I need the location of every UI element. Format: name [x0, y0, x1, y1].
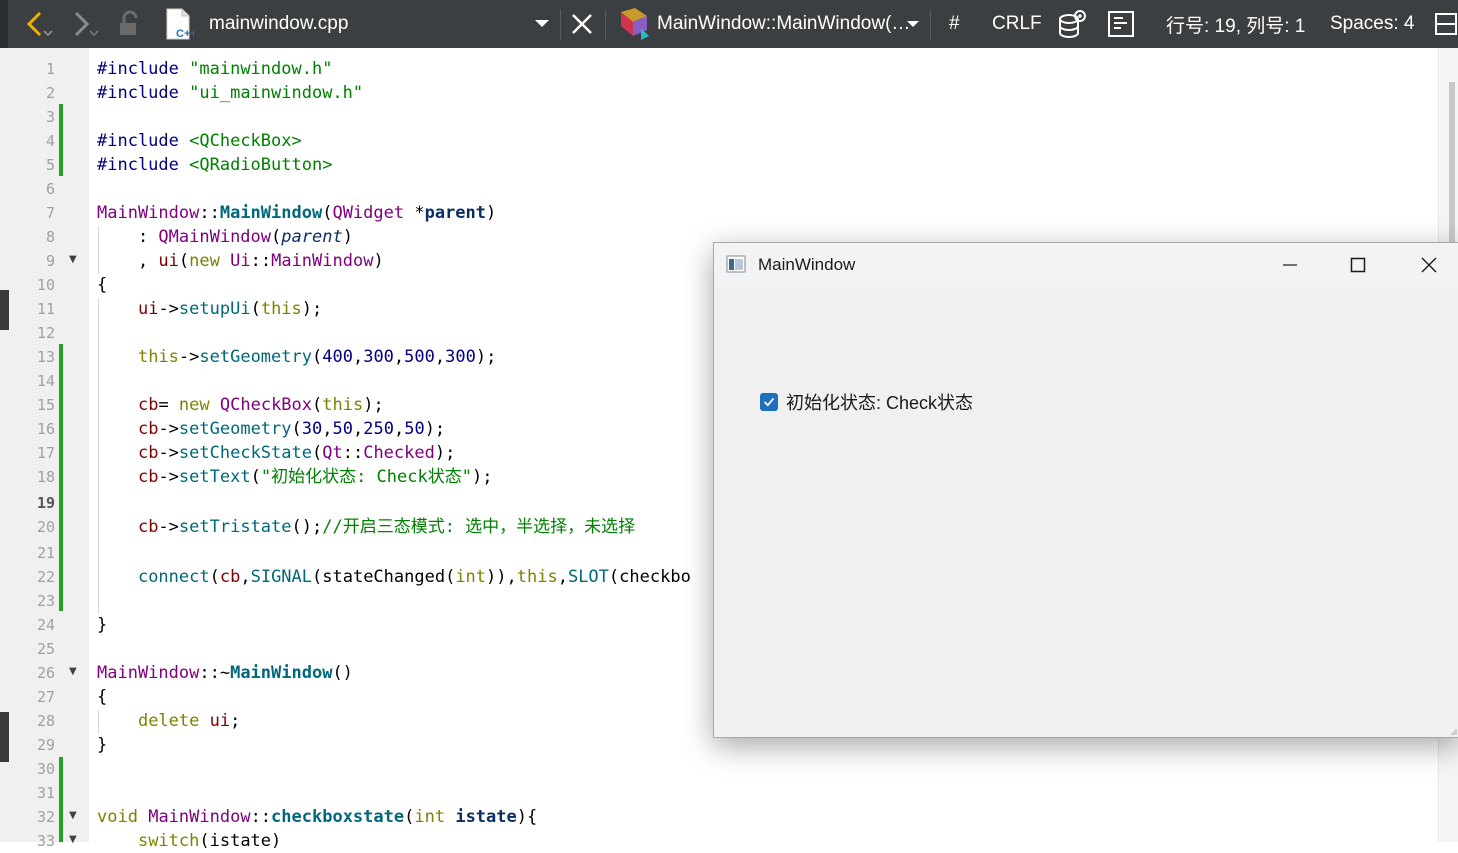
fold-marker-icon[interactable]: ▼ — [69, 254, 77, 265]
fold-marker-icon[interactable]: ▼ — [69, 666, 77, 677]
change-bar — [59, 344, 63, 611]
line-number[interactable]: 19 — [9, 491, 55, 515]
forward-arrow-icon[interactable] — [70, 0, 102, 48]
line-number[interactable]: 12 — [9, 321, 55, 345]
code-line-22: connect(cb,SIGNAL(stateChanged(int)),thi… — [137, 567, 691, 587]
line-number[interactable]: 9 — [9, 249, 55, 273]
code-line-18: cb->setText("初始化状态: Check状态"); — [137, 467, 493, 487]
line-number[interactable]: 16 — [9, 417, 55, 441]
line-number[interactable]: 13 — [9, 345, 55, 369]
line-number[interactable]: 5 — [9, 153, 55, 177]
line-number[interactable]: 24 — [9, 613, 55, 637]
code-line-13: this->setGeometry(400,300,500,300); — [137, 347, 497, 367]
file-name[interactable]: mainwindow.cpp — [209, 0, 348, 48]
symbol-selector[interactable]: MainWindow::MainWindow(… — [657, 0, 910, 48]
line-number[interactable]: 2 — [9, 81, 55, 105]
database-icon[interactable] — [1057, 0, 1089, 48]
code-line-15: cb= new QCheckBox(this); — [137, 395, 384, 415]
line-number[interactable]: 29 — [9, 733, 55, 757]
svg-text:C++: C++ — [176, 28, 194, 40]
code-line-27: { — [97, 687, 108, 707]
lock-icon[interactable] — [116, 0, 144, 48]
line-number[interactable]: 33 — [9, 829, 55, 853]
line-number[interactable]: 23 — [9, 589, 55, 613]
code-line-8: : QMainWindow(parent) — [97, 227, 353, 247]
line-number[interactable]: 31 — [9, 781, 55, 805]
code-line-9: , ui(new Ui::MainWindow) — [97, 251, 384, 271]
line-number[interactable]: 32 — [9, 805, 55, 829]
line-number[interactable]: 30 — [9, 757, 55, 781]
code-line-7: MainWindow::MainWindow(QWidget *parent) — [97, 203, 497, 223]
line-number[interactable]: 21 — [9, 541, 55, 565]
code-line-29: } — [97, 735, 108, 755]
init-state-checkbox[interactable]: 初始化状态: Check状态 — [760, 389, 973, 415]
line-number[interactable]: 27 — [9, 685, 55, 709]
line-number[interactable]: 18 — [9, 465, 55, 489]
line-number[interactable]: 17 — [9, 441, 55, 465]
split-view-icon[interactable] — [1434, 0, 1458, 48]
close-file-icon[interactable] — [570, 0, 594, 48]
code-line-5: #include <QRadioButton> — [97, 155, 333, 175]
code-line-11: ui->setupUi(this); — [137, 299, 323, 319]
file-dropdown-chevron-icon[interactable] — [532, 0, 552, 48]
toolbar-separator — [560, 10, 561, 40]
line-number[interactable]: 22 — [9, 565, 55, 589]
close-window-icon[interactable] — [1406, 243, 1452, 287]
line-number[interactable]: 28 — [9, 709, 55, 733]
code-line-20: cb->setTristate();//开启三态模式: 选中，半选择，未选择 — [137, 517, 636, 537]
toolbar-separator — [605, 10, 606, 40]
code-line-32: void MainWindow::checkboxstate(int istat… — [97, 807, 538, 827]
fold-marker-icon[interactable]: ▼ — [69, 834, 77, 845]
line-number[interactable]: 6 — [9, 177, 55, 201]
code-line-16: cb->setGeometry(30,50,250,50); — [137, 419, 446, 439]
code-line-1: #include "mainwindow.h" — [97, 59, 333, 79]
code-line-10: { — [97, 275, 108, 295]
line-number[interactable]: 1 — [9, 57, 55, 81]
code-line-24: } — [97, 615, 108, 635]
change-bar — [59, 104, 63, 176]
line-number[interactable]: 8 — [9, 225, 55, 249]
minimize-icon[interactable] — [1267, 243, 1313, 287]
toolbar-edge — [0, 0, 8, 48]
checkbox-checked-icon[interactable] — [760, 393, 778, 411]
cursor-position[interactable]: 行号: 19, 列号: 1 — [1166, 0, 1305, 48]
window-app-icon — [726, 255, 746, 273]
line-number[interactable]: 15 — [9, 393, 55, 417]
resize-grip-icon[interactable] — [1451, 729, 1457, 735]
change-bar — [59, 757, 63, 842]
code-line-33: switch(istate) — [137, 831, 282, 851]
maximize-icon[interactable] — [1335, 243, 1381, 287]
line-number[interactable]: 4 — [9, 129, 55, 153]
line-number[interactable]: 20 — [9, 515, 55, 539]
toolbar-separator — [930, 10, 931, 40]
code-line-17: cb->setCheckState(Qt::Checked); — [137, 443, 456, 463]
left-side-strip — [0, 48, 9, 842]
line-number[interactable]: 14 — [9, 369, 55, 393]
indent-setting[interactable]: Spaces: 4 — [1330, 0, 1415, 48]
code-line-2: #include "ui_mainwindow.h" — [97, 83, 364, 103]
line-number[interactable]: 10 — [9, 273, 55, 297]
hash-button[interactable]: # — [949, 0, 960, 48]
line-number[interactable]: 26 — [9, 661, 55, 685]
checkbox-label: 初始化状态: Check状态 — [786, 393, 974, 413]
window-title: MainWindow — [758, 255, 856, 274]
symbol-dropdown-chevron-icon[interactable] — [904, 0, 922, 48]
main-window-dialog[interactable]: MainWindow 初始化状态: Check状态 — [713, 242, 1458, 738]
window-title-bar[interactable]: MainWindow — [714, 243, 1458, 287]
line-number[interactable]: 3 — [9, 105, 55, 129]
outline-icon[interactable] — [1107, 0, 1135, 48]
line-number[interactable]: 25 — [9, 637, 55, 661]
line-ending-button[interactable]: CRLF — [992, 0, 1042, 48]
back-arrow-icon[interactable] — [22, 0, 54, 48]
line-number[interactable]: 11 — [9, 297, 55, 321]
line-number[interactable]: 7 — [9, 201, 55, 225]
editor-toolbar: C++ mainwindow.cpp MainWindow::MainWindo… — [0, 0, 1458, 48]
code-line-4: #include <QCheckBox> — [97, 131, 302, 151]
class-symbol-icon — [617, 0, 653, 48]
code-line-26: MainWindow::~MainWindow() — [97, 663, 353, 683]
fold-marker-icon[interactable]: ▼ — [69, 810, 77, 821]
code-line-28: delete ui; — [137, 711, 241, 731]
cpp-file-icon: C++ — [164, 0, 194, 48]
